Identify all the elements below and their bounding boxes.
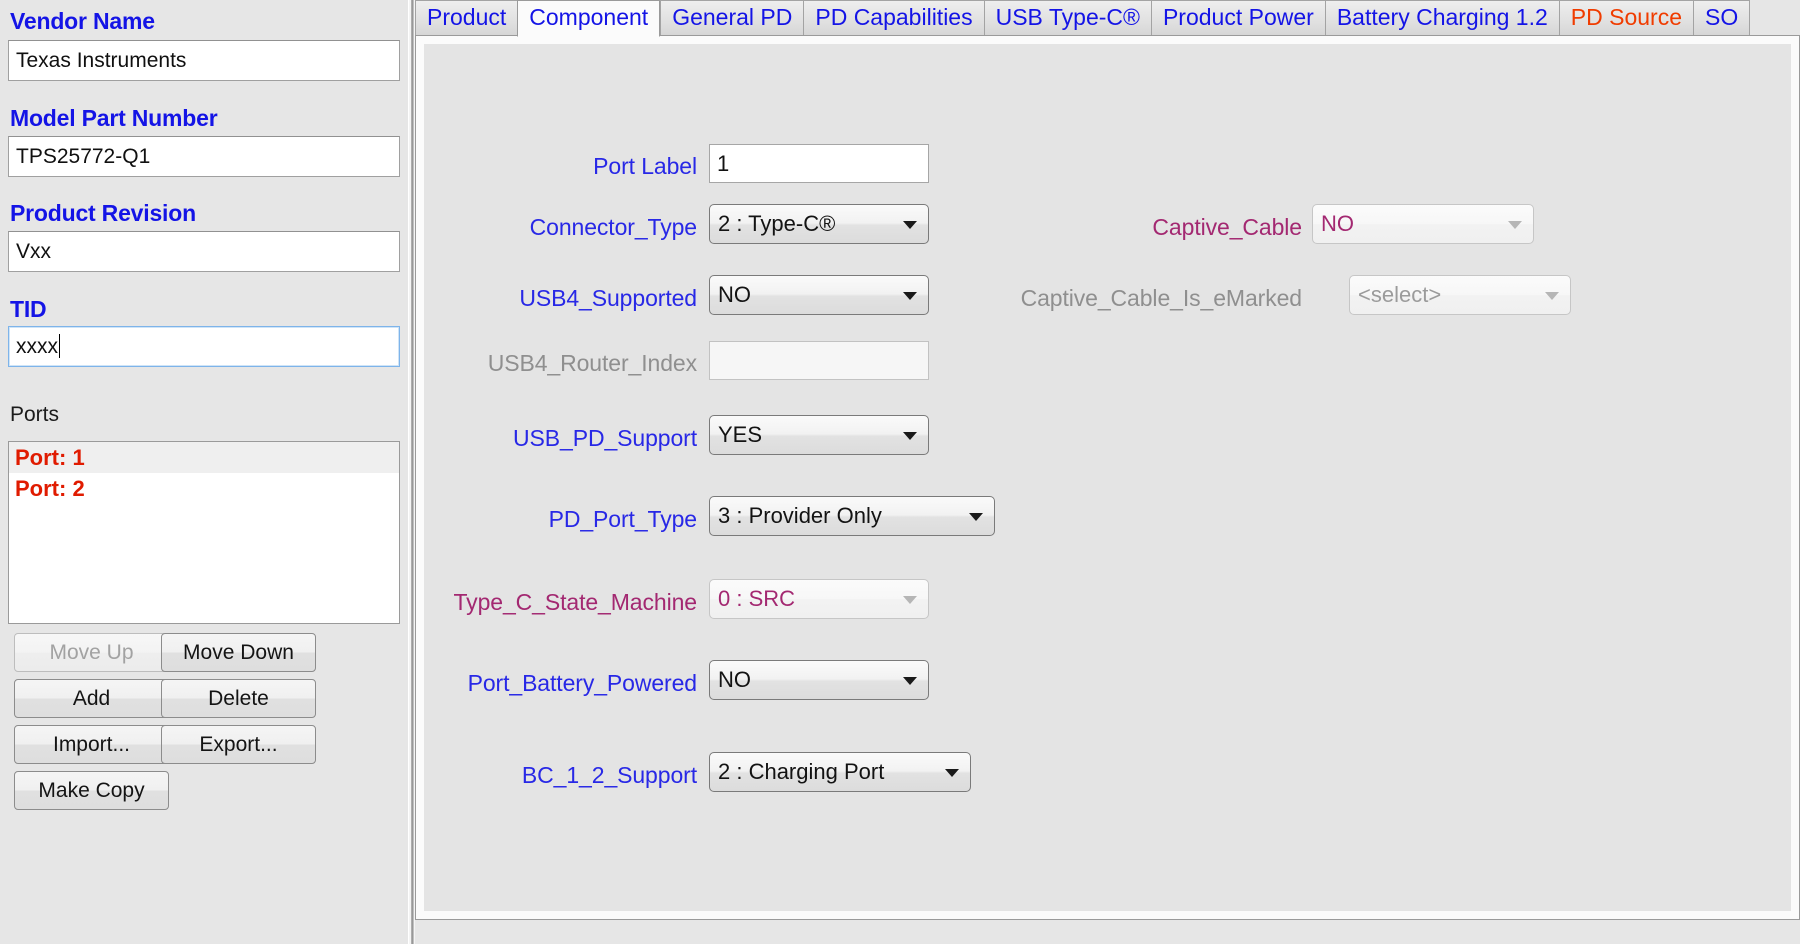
- chevron-down-icon: [945, 769, 959, 777]
- captive-cable-value: NO: [1321, 211, 1354, 236]
- list-item[interactable]: Port: 2: [9, 473, 399, 504]
- chevron-down-icon: [969, 513, 983, 521]
- captive-cable-label: Captive_Cable: [1152, 214, 1302, 240]
- model-part-number-input[interactable]: [8, 136, 400, 177]
- usb4-router-index-input: [709, 341, 929, 380]
- tab-usb-type-c[interactable]: USB Type-C®: [983, 0, 1151, 36]
- import-button[interactable]: Import...: [14, 725, 169, 764]
- bc-1-2-support-label: BC_1_2_Support: [521, 762, 697, 788]
- vendor-name-label: Vendor Name: [10, 8, 155, 34]
- right-side: Product Component General PD PD Capabili…: [415, 0, 1800, 944]
- chevron-down-icon: [903, 292, 917, 300]
- delete-button[interactable]: Delete: [161, 679, 316, 718]
- chevron-down-icon: [903, 677, 917, 685]
- tab-product-power[interactable]: Product Power: [1150, 0, 1325, 36]
- usb-pd-support-value: YES: [718, 422, 763, 447]
- pd-port-type-label: PD_Port_Type: [548, 506, 697, 532]
- bc-1-2-support-combo[interactable]: 2 : Charging Port: [709, 752, 971, 792]
- usb-pd-support-label: USB_PD_Support: [513, 425, 697, 451]
- add-button[interactable]: Add: [14, 679, 169, 718]
- tid-input-value: xxxx: [16, 335, 58, 358]
- usb4-supported-value: NO: [718, 282, 751, 307]
- product-revision-label: Product Revision: [10, 200, 196, 226]
- make-copy-button[interactable]: Make Copy: [14, 771, 169, 810]
- port-label-label: Port Label: [593, 153, 697, 179]
- port-battery-powered-label: Port_Battery_Powered: [467, 670, 698, 696]
- application-window: Vendor Name Model Part Number Product Re…: [0, 0, 1800, 944]
- port-battery-powered-value: NO: [718, 667, 751, 692]
- list-item[interactable]: Port: 1: [9, 442, 399, 473]
- ports-listbox[interactable]: Port: 1 Port: 2: [8, 441, 400, 624]
- usb-pd-support-combo[interactable]: YES: [709, 415, 929, 455]
- left-panel: Vendor Name Model Part Number Product Re…: [0, 0, 408, 944]
- tid-label: TID: [10, 296, 47, 322]
- port-battery-powered-combo[interactable]: NO: [709, 660, 929, 700]
- tab-pd-capabilities[interactable]: PD Capabilities: [803, 0, 984, 36]
- type-c-state-machine-label: Type_C_State_Machine: [453, 589, 698, 615]
- tab-battery-charging[interactable]: Battery Charging 1.2: [1324, 0, 1559, 36]
- tab-component[interactable]: Component: [517, 0, 661, 37]
- vendor-name-input[interactable]: [8, 40, 400, 81]
- captive-cable-combo: NO: [1312, 204, 1534, 244]
- type-c-state-machine-combo: 0 : SRC: [709, 579, 929, 619]
- port-label-input[interactable]: [709, 144, 929, 183]
- move-down-button[interactable]: Move Down: [161, 633, 316, 672]
- captive-cable-is-emarked-value: <select>: [1358, 282, 1442, 307]
- component-form: Port Label Connector_Type 2 : Type-C® US…: [424, 44, 1791, 911]
- tab-general-pd[interactable]: General PD: [660, 0, 804, 36]
- usb4-supported-label: USB4_Supported: [519, 285, 697, 311]
- connector-type-value: 2 : Type-C®: [718, 211, 836, 236]
- usb4-router-index-label: USB4_Router_Index: [487, 350, 697, 376]
- connector-type-combo[interactable]: 2 : Type-C®: [709, 204, 929, 244]
- model-part-number-label: Model Part Number: [10, 105, 218, 131]
- product-revision-input[interactable]: [8, 231, 400, 272]
- chevron-down-icon: [903, 221, 917, 229]
- tab-product[interactable]: Product: [415, 0, 518, 36]
- pd-port-type-combo[interactable]: 3 : Provider Only: [709, 496, 995, 536]
- chevron-down-icon: [1545, 292, 1559, 300]
- tid-input[interactable]: xxxx: [8, 326, 400, 367]
- tab-pd-source[interactable]: PD Source: [1558, 0, 1693, 36]
- ports-label: Ports: [10, 403, 60, 426]
- tab-panel-component: Port Label Connector_Type 2 : Type-C® US…: [415, 35, 1800, 920]
- chevron-down-icon: [1508, 221, 1522, 229]
- type-c-state-machine-value: 0 : SRC: [718, 586, 796, 611]
- captive-cable-is-emarked-combo: <select>: [1349, 275, 1571, 315]
- pd-port-type-value: 3 : Provider Only: [718, 503, 882, 528]
- export-button[interactable]: Export...: [161, 725, 316, 764]
- tab-sop[interactable]: SO: [1693, 0, 1751, 36]
- chevron-down-icon: [903, 432, 917, 440]
- panel-splitter[interactable]: [408, 0, 415, 944]
- text-caret: [59, 334, 60, 358]
- captive-cable-is-emarked-label: Captive_Cable_Is_eMarked: [1020, 285, 1303, 311]
- tab-bar: Product Component General PD PD Capabili…: [415, 0, 1800, 37]
- connector-type-label: Connector_Type: [529, 214, 697, 240]
- chevron-down-icon: [903, 596, 917, 604]
- splitter-grip[interactable]: [411, 0, 414, 944]
- move-up-button[interactable]: Move Up: [14, 633, 169, 672]
- usb4-supported-combo[interactable]: NO: [709, 275, 929, 315]
- bc-1-2-support-value: 2 : Charging Port: [718, 759, 885, 784]
